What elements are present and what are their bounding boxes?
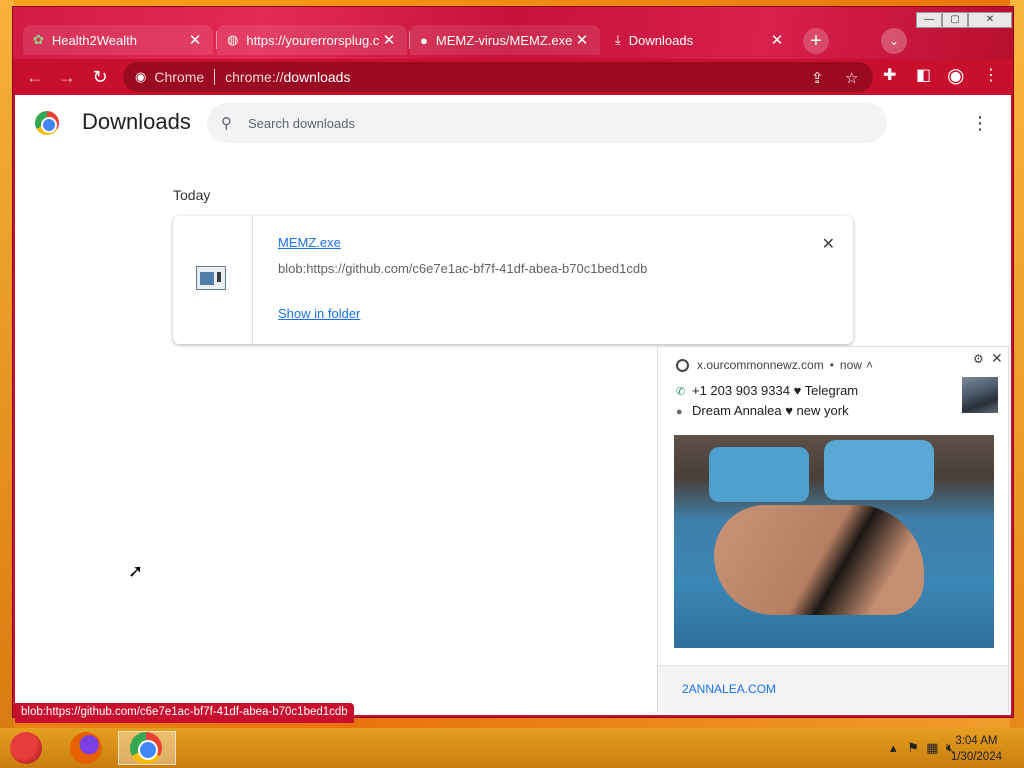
image-pillow	[824, 440, 934, 500]
extensions-puzzle-icon[interactable]: ✚	[883, 65, 896, 85]
search-icon: ⚲	[221, 115, 232, 132]
tray-expand-icon[interactable]: ▴	[890, 740, 897, 755]
download-filename-link[interactable]: MEMZ.exe	[278, 235, 341, 250]
menu-kebab-icon[interactable]: ⋮	[983, 65, 999, 85]
date-section-label: Today	[173, 187, 211, 203]
back-arrow-icon[interactable]: ←	[23, 65, 47, 89]
settings-gear-icon[interactable]: ⚙	[973, 352, 984, 366]
notification-line-2: ● Dream Annalea ♥ new york	[676, 403, 849, 418]
omnibox-separator	[214, 69, 216, 85]
tab-title: https://yourerrorsplug.c	[246, 32, 380, 48]
close-window-button[interactable]: ✕	[968, 12, 1012, 28]
page-title: Downloads	[82, 109, 191, 134]
mouse-cursor-icon: ➚	[128, 561, 144, 581]
tab-health2wealth[interactable]: ✿ Health2Wealth ✕	[23, 25, 213, 55]
link-status-bar: blob:https://github.com/c6e7e1ac-bf7f-41…	[15, 703, 354, 723]
notification-line-1: ✆ +1 203 903 9334 ♥ Telegram	[676, 383, 858, 398]
tab-memz-github[interactable]: ● MEMZ-virus/MEMZ.exe ✕	[410, 25, 600, 55]
chrome-logo-icon	[35, 111, 59, 135]
taskbar: ▴ ⚑ ▦ 🔇︎ 3:04 AM 1/30/2024	[0, 728, 1024, 768]
firefox-icon[interactable]	[70, 732, 102, 764]
start-orb-icon[interactable]	[10, 732, 42, 764]
speech-bubble-icon: ●	[676, 406, 683, 418]
image-figure	[714, 505, 924, 615]
system-clock[interactable]: 3:04 AM 1/30/2024	[951, 733, 1002, 765]
reload-icon[interactable]: ↻	[88, 65, 112, 89]
download-source-url: blob:https://github.com/c6e7e1ac-bf7f-41…	[278, 261, 648, 276]
notification-thumbnail	[962, 377, 998, 413]
notification-source: x.ourcommonnewz.com	[697, 358, 824, 372]
close-tab-icon[interactable]: ✕	[381, 31, 397, 49]
side-panel-icon[interactable]: ◧	[916, 65, 931, 85]
fingerprint-icon	[676, 358, 689, 372]
close-tab-icon[interactable]: ✕	[769, 31, 785, 49]
chevron-up-icon[interactable]: ˄	[866, 358, 873, 372]
push-notification[interactable]: x.ourcommonnewz.com • now ˄ ⚙ ✕ ✆ +1 203 …	[657, 346, 1009, 713]
notification-footer-link[interactable]: 2ANNALEA.COM	[682, 682, 776, 696]
flower-favicon-icon: ✿	[33, 32, 44, 47]
forward-arrow-icon[interactable]: →	[55, 65, 79, 89]
tab-strip: ✿ Health2Wealth ✕ ◍ https://yourerrorspl…	[13, 7, 1013, 59]
show-in-folder-link[interactable]: Show in folder	[278, 306, 360, 321]
remove-download-icon[interactable]: ✕	[822, 234, 835, 254]
system-tray: ▴ ⚑ ▦ 🔇︎	[890, 740, 954, 756]
minimize-button[interactable]: —	[916, 12, 942, 28]
address-bar[interactable]: ◉ Chrome chrome://downloads ⇪ ☆	[123, 62, 873, 92]
file-icon-area	[173, 216, 253, 344]
notification-phone-text: +1 203 903 9334 ♥ Telegram	[692, 383, 859, 398]
close-tab-icon[interactable]: ✕	[187, 31, 203, 49]
clock-time: 3:04 AM	[955, 735, 998, 747]
bookmark-star-icon[interactable]: ☆	[845, 69, 858, 87]
notification-name-text: Dream Annalea ♥ new york	[692, 403, 849, 418]
tab-search-chevron-icon[interactable]: ⌄	[881, 28, 907, 54]
github-icon: ●	[420, 32, 428, 48]
tab-title: Downloads	[628, 32, 694, 48]
url-scheme: chrome://	[225, 69, 284, 85]
new-tab-button[interactable]: +	[803, 28, 829, 54]
toolbar: ← → ↻ ◉ Chrome chrome://downloads ⇪ ☆ ✚ …	[13, 59, 1013, 95]
chrome-chip-icon: ◉	[135, 69, 147, 84]
separator-dot: •	[829, 358, 834, 372]
phone-icon: ✆	[676, 386, 686, 398]
url-host: downloads	[283, 69, 351, 85]
profile-avatar-icon[interactable]: ◉	[947, 63, 964, 88]
image-pillow	[709, 447, 809, 502]
tab-title: MEMZ-virus/MEMZ.exe	[435, 32, 573, 48]
search-downloads-input[interactable]: ⚲ Search downloads	[207, 103, 887, 143]
flag-icon[interactable]: ⚑	[907, 740, 919, 755]
omnibox-chip-label: Chrome	[154, 69, 205, 85]
globe-icon: ◍	[227, 32, 239, 47]
tab-yourerrorsplug[interactable]: ◍ https://yourerrorsplug.c ✕	[217, 25, 407, 55]
download-icon: ⤓	[615, 32, 621, 47]
tab-downloads[interactable]: ⤓ Downloads ✕	[605, 25, 795, 55]
close-notification-icon[interactable]: ✕	[991, 350, 1003, 367]
close-tab-icon[interactable]: ✕	[574, 31, 590, 49]
chrome-taskbar-icon[interactable]	[130, 732, 162, 764]
maximize-button[interactable]: ▢	[942, 12, 968, 28]
notification-footer: 2ANNALEA.COM	[658, 665, 1008, 713]
clock-date: 1/30/2024	[950, 751, 1002, 763]
notification-header: x.ourcommonnewz.com • now ˄	[676, 358, 873, 372]
download-item-card: MEMZ.exe blob:https://github.com/c6e7e1a…	[173, 216, 853, 344]
executable-file-icon	[196, 266, 226, 290]
network-icon[interactable]: ▦	[926, 740, 938, 755]
downloads-header: Downloads ⚲ Search downloads ⋮	[15, 95, 1011, 155]
tab-title: Health2Wealth	[51, 32, 137, 48]
share-icon[interactable]: ⇪	[811, 69, 824, 87]
notification-hero-image[interactable]	[674, 435, 994, 648]
search-placeholder: Search downloads	[248, 115, 355, 131]
notification-time: now	[839, 358, 862, 372]
more-actions-icon[interactable]: ⋮	[971, 113, 989, 134]
